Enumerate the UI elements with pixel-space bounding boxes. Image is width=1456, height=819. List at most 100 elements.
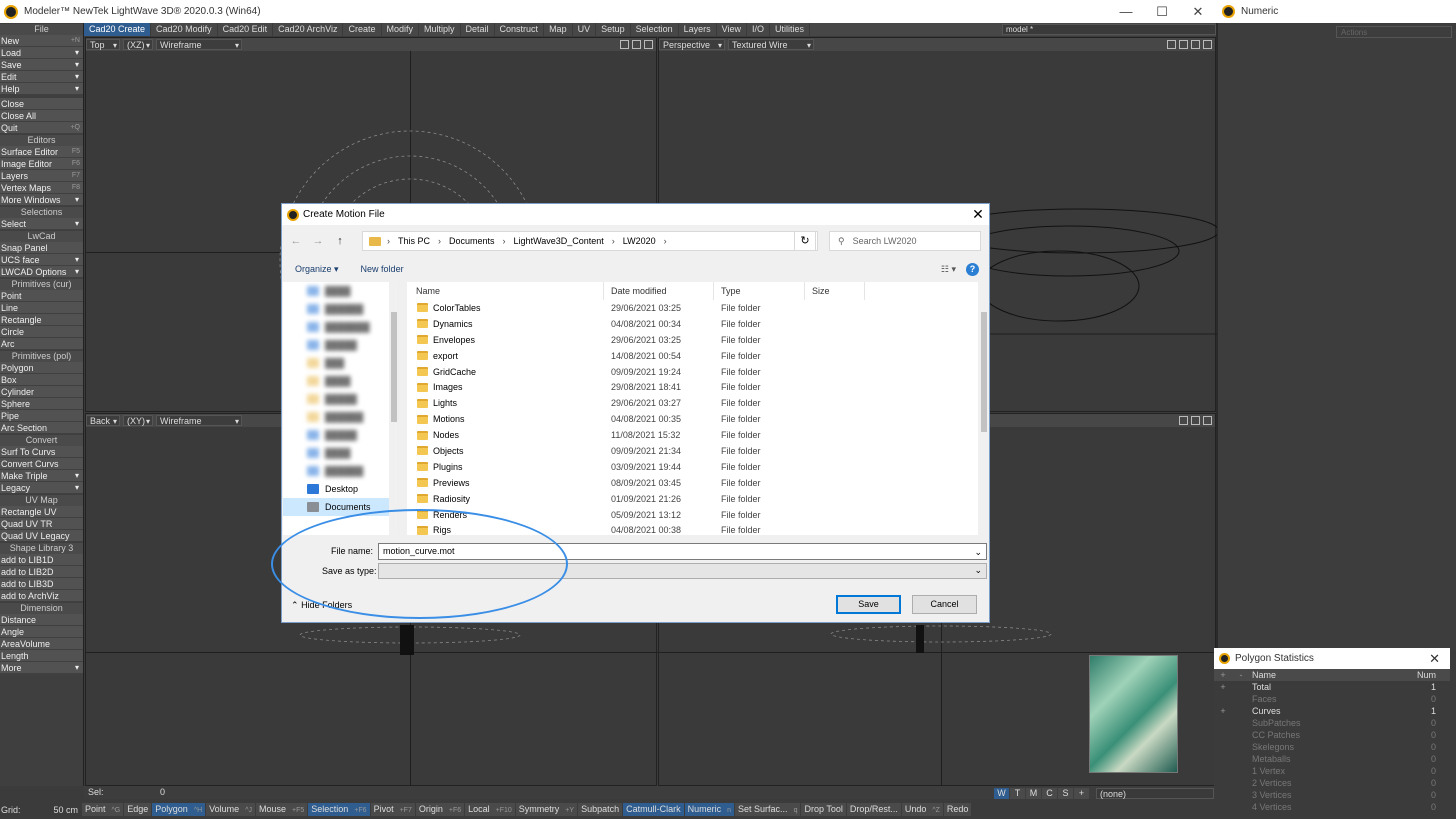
sidebar-item-convert-curvs[interactable]: Convert Curvs [0, 458, 83, 470]
actions-dropdown[interactable]: Actions [1336, 26, 1452, 38]
toolbar-subpatch[interactable]: Subpatch [578, 803, 623, 816]
sidebar-item-quad-uv-tr[interactable]: Quad UV TR [0, 518, 83, 530]
sidebar-item-length[interactable]: Length [0, 650, 83, 662]
tab-setup[interactable]: Setup [596, 23, 631, 36]
forward-arrow-icon[interactable]: → [307, 235, 329, 247]
file-row[interactable]: ColorTables 29/06/2021 03:25 File folder [407, 300, 978, 316]
sidebar-item-angle[interactable]: Angle [0, 626, 83, 638]
toolbar-point[interactable]: Point ^G [82, 803, 124, 816]
sidebar-item-snap-panel[interactable]: Snap Panel [0, 242, 83, 254]
stats-row[interactable]: SubPatches 0 [1214, 717, 1450, 729]
up-arrow-icon[interactable]: ↑ [329, 235, 351, 247]
sidebar-item-pipe[interactable]: Pipe [0, 410, 83, 422]
toolbar-symmetry[interactable]: Symmetry +Y [515, 803, 578, 816]
sidebar-item-new[interactable]: New +N [0, 35, 83, 47]
sidebar-item-rectangle-uv[interactable]: Rectangle UV [0, 506, 83, 518]
sidebar-item-lwcad-options[interactable]: LWCAD Options ▾ [0, 266, 83, 278]
toolbar-local[interactable]: Local +F10 [465, 803, 515, 816]
sidebar-item-polygon[interactable]: Polygon [0, 362, 83, 374]
refresh-button[interactable]: ↻ [794, 231, 816, 251]
render-mode-select[interactable]: Wireframe [156, 415, 242, 427]
toolbar-drop-rest-[interactable]: Drop/Rest... [846, 803, 901, 816]
rotate-view-icon[interactable] [1179, 40, 1188, 49]
dialog-close-icon[interactable]: ✕ [967, 206, 989, 223]
toolbar-origin[interactable]: Origin +F6 [415, 803, 465, 816]
render-mode-select[interactable]: Textured Wire [728, 39, 814, 51]
sidebar-item-cylinder[interactable]: Cylinder [0, 386, 83, 398]
sidebar-item-more[interactable]: More ▾ [0, 662, 83, 674]
sidebar-item-close[interactable]: Close [0, 98, 83, 110]
sidebar-item-layers[interactable]: Layers F7 [0, 170, 83, 182]
toolbar-selection[interactable]: Selection +F6 [308, 803, 370, 816]
layer-mode-4[interactable]: S [1058, 788, 1073, 799]
file-row[interactable]: Images 29/08/2021 18:41 File folder [407, 379, 978, 395]
view-select[interactable]: Back [86, 415, 120, 427]
tab-construct[interactable]: Construct [495, 23, 545, 36]
stats-row[interactable]: 4 Vertices 0 [1214, 801, 1450, 813]
sidebar-item-image-editor[interactable]: Image Editor F6 [0, 158, 83, 170]
sidebar-item-select[interactable]: Select ▾ [0, 218, 83, 230]
sidebar-item-add-to-lib1d[interactable]: add to LIB1D [0, 554, 83, 566]
sidebar-item-more-windows[interactable]: More Windows ▾ [0, 194, 83, 206]
sidebar-item-areavolume[interactable]: AreaVolume [0, 638, 83, 650]
sidebar-item-surf-to-curvs[interactable]: Surf To Curvs [0, 446, 83, 458]
file-row[interactable]: Plugins 03/09/2021 19:44 File folder [407, 459, 978, 475]
layer-mode-2[interactable]: M [1026, 788, 1041, 799]
tab-multiply[interactable]: Multiply [419, 23, 461, 36]
nav-item-desktop[interactable]: Desktop [283, 480, 398, 498]
layer-mode-1[interactable]: T [1010, 788, 1025, 799]
tab-cad20-archviz[interactable]: Cad20 ArchViz [273, 23, 344, 36]
zoom-icon[interactable] [1191, 416, 1200, 425]
sidebar-item-close-all[interactable]: Close All [0, 110, 83, 122]
tab-cad20-edit[interactable]: Cad20 Edit [218, 23, 274, 36]
axes-select[interactable]: (XZ) [123, 39, 153, 51]
file-row[interactable]: export 14/08/2021 00:54 File folder [407, 348, 978, 364]
tab-map[interactable]: Map [544, 23, 573, 36]
tab-cad20-modify[interactable]: Cad20 Modify [151, 23, 218, 36]
column-date[interactable]: Date modified [604, 282, 714, 300]
minimize-button[interactable]: — [1108, 4, 1144, 20]
sidebar-item-point[interactable]: Point [0, 290, 83, 302]
toolbar-drop-tool[interactable]: Drop Tool [801, 803, 846, 816]
move-view-icon[interactable] [1167, 40, 1176, 49]
chevron-down-icon[interactable]: ⌄ [974, 545, 982, 560]
sidebar-item-arc-section[interactable]: Arc Section [0, 422, 83, 434]
file-row[interactable]: Nodes 11/08/2021 15:32 File folder [407, 427, 978, 443]
stats-row[interactable]: CC Patches 0 [1214, 729, 1450, 741]
view-select[interactable]: Top [86, 39, 120, 51]
breadcrumb-item[interactable]: LW2020 [623, 236, 656, 246]
maximize-view-icon[interactable] [644, 40, 653, 49]
tab-view[interactable]: View [717, 23, 748, 36]
toolbar-redo[interactable]: Redo [943, 803, 972, 816]
help-icon[interactable]: ? [966, 262, 979, 276]
stats-row[interactable]: Faces 0 [1214, 693, 1450, 705]
sidebar-item-quit[interactable]: Quit +Q [0, 122, 83, 134]
sidebar-item-sphere[interactable]: Sphere [0, 398, 83, 410]
tab-modify[interactable]: Modify [382, 23, 420, 36]
stats-row[interactable]: + Total 1 [1214, 681, 1450, 693]
tab-i-o[interactable]: I/O [747, 23, 771, 36]
file-row[interactable]: Dynamics 04/08/2021 00:34 File folder [407, 316, 978, 332]
navigation-scrollbar[interactable] [389, 282, 398, 535]
save-button[interactable]: Save [836, 595, 901, 614]
column-size[interactable]: Size [805, 282, 865, 300]
sidebar-item-quad-uv-legacy[interactable]: Quad UV Legacy [0, 530, 83, 542]
file-row[interactable]: Motions 04/08/2021 00:35 File folder [407, 411, 978, 427]
tab-cad20-create[interactable]: Cad20 Create [84, 23, 152, 36]
breadcrumb-item[interactable]: Documents [449, 236, 495, 246]
cancel-button[interactable]: Cancel [912, 595, 977, 614]
tab-create[interactable]: Create [343, 23, 382, 36]
sidebar-item-load[interactable]: Load ▾ [0, 47, 83, 59]
column-name[interactable]: Name [407, 282, 604, 300]
toolbar-edge[interactable]: Edge [124, 803, 152, 816]
search-input[interactable]: ⚲ Search LW2020 [829, 231, 981, 251]
close-button[interactable]: ✕ [1180, 4, 1216, 20]
render-mode-select[interactable]: Wireframe [156, 39, 242, 51]
file-list-scrollbar[interactable] [979, 282, 989, 535]
file-row[interactable]: GridCache 09/09/2021 19:24 File folder [407, 364, 978, 380]
sidebar-item-vertex-maps[interactable]: Vertex Maps F8 [0, 182, 83, 194]
axes-select[interactable]: (XY) [123, 415, 153, 427]
stats-row[interactable]: Metaballs 0 [1214, 753, 1450, 765]
file-row[interactable]: Lights 29/06/2021 03:27 File folder [407, 395, 978, 411]
tab-selection[interactable]: Selection [631, 23, 679, 36]
